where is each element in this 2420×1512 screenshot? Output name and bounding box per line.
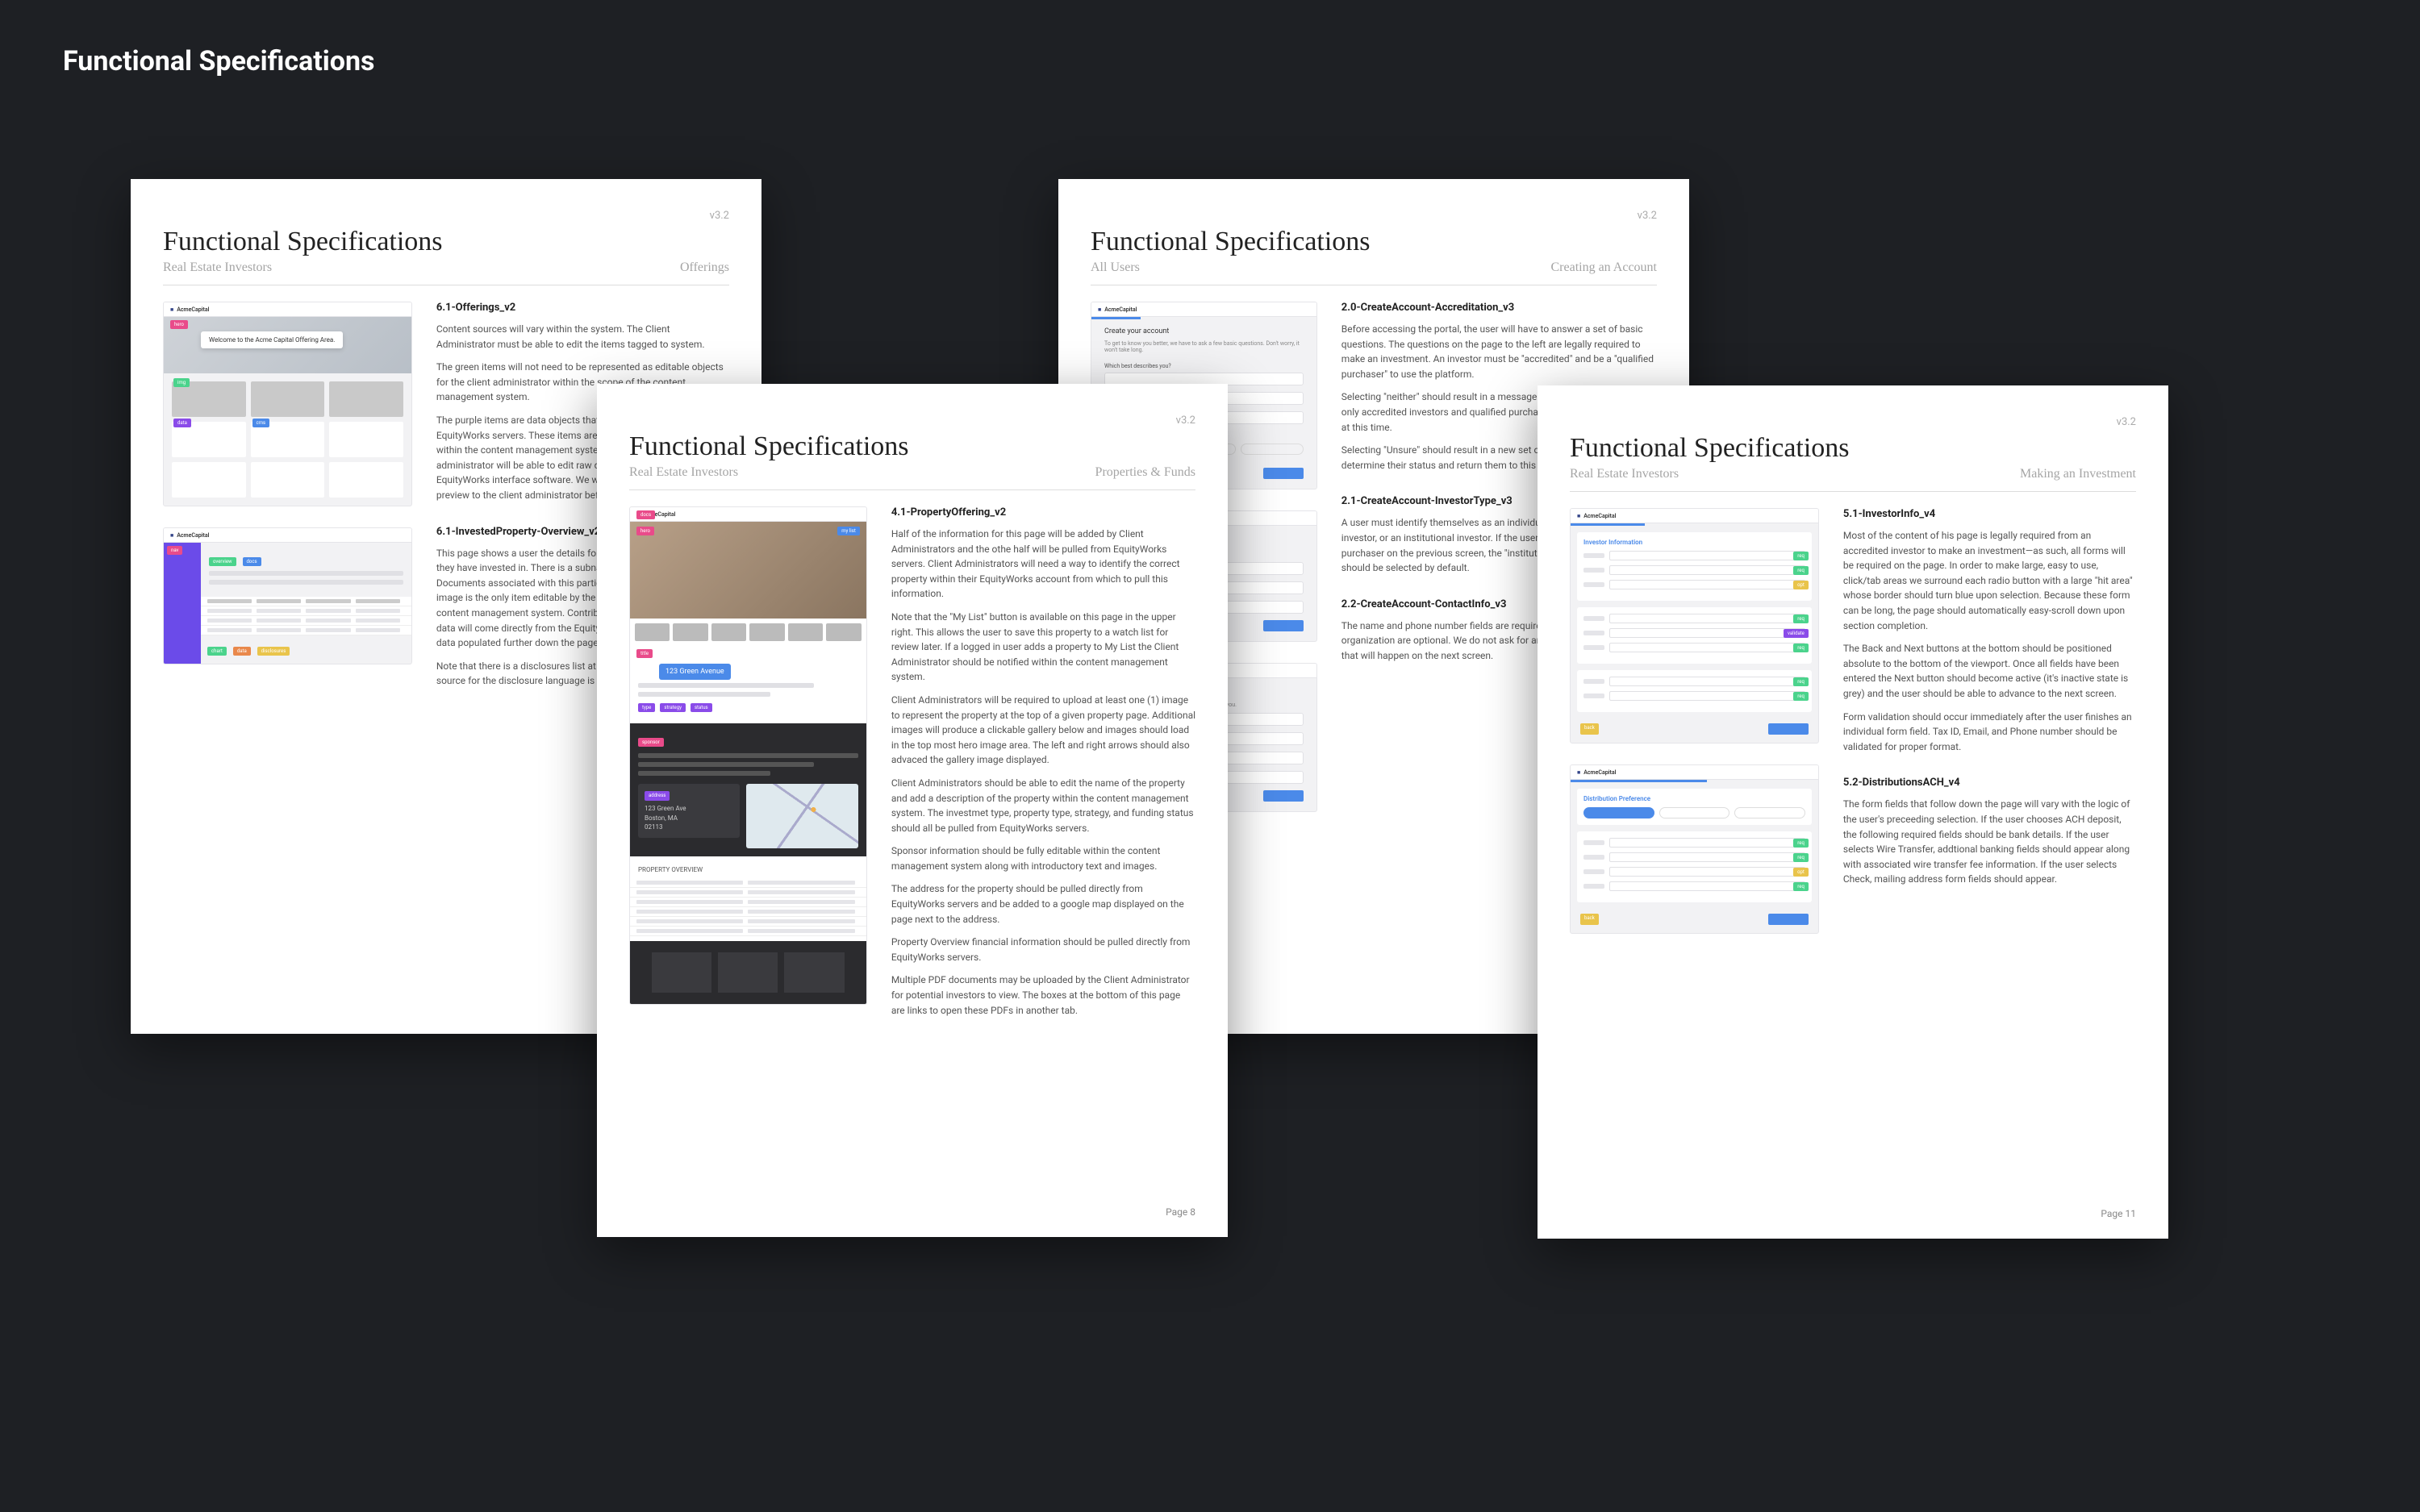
address-line: Boston, MA: [645, 814, 678, 822]
spec-page-properties: v3.2 Functional Specifications Real Esta…: [597, 384, 1228, 1237]
page-version: v3.2: [1091, 210, 1657, 222]
canvas-title: Functional Specifications: [63, 45, 375, 77]
spec-heading: 5.2-DistributionsACH_v4: [1843, 777, 2136, 789]
page-version: v3.2: [629, 414, 1195, 427]
next-button[interactable]: [1263, 790, 1304, 802]
spec-heading: 6.1-Offerings_v2: [436, 302, 729, 314]
spec-heading: 2.0-CreateAccount-Accreditation_v3: [1341, 302, 1657, 314]
page-title: Functional Specifications: [163, 227, 729, 257]
wireframe-offerings-grid: AcmeCapital hero Welcome to the Acme Cap…: [163, 302, 412, 506]
next-button[interactable]: [1263, 468, 1304, 479]
page-section: Making an Investment: [2020, 467, 2136, 481]
page-number: Page 11: [2101, 1208, 2136, 1219]
page-subtitle: All Users: [1091, 260, 1140, 275]
wireframe-invested-property: AcmeCapital nav overview docs: [163, 527, 412, 664]
page-version: v3.2: [163, 210, 729, 222]
hero-badge: Welcome to the Acme Capital Offering Are…: [201, 331, 343, 348]
page-title: Functional Specifications: [1570, 433, 2136, 464]
spec-page-making-investment: v3.2 Functional Specifications Real Esta…: [1538, 385, 2168, 1239]
wireframe-distributions-ach: AcmeCapital Distribution Preference req …: [1570, 764, 1819, 934]
brand-label: AcmeCapital: [170, 306, 209, 313]
page-number: Page 8: [1166, 1206, 1195, 1218]
page-subtitle: Real Estate Investors: [1570, 467, 1679, 481]
spec-heading: 4.1-PropertyOffering_v2: [891, 506, 1195, 519]
address-line: 123 Green Ave: [645, 805, 686, 812]
page-section: Creating an Account: [1550, 260, 1657, 275]
form-title: Create your account: [1091, 319, 1316, 340]
spec-body: Most of the content of his page is legal…: [1843, 528, 2136, 754]
spec-body: The form fields that follow down the pag…: [1843, 797, 2136, 887]
map-preview: [746, 784, 858, 848]
address-line: 02113: [645, 823, 662, 831]
question-label: Which best describes you?: [1091, 360, 1316, 373]
property-name-chip: 123 Green Avenue: [659, 664, 731, 680]
spec-heading: 5.1-InvestorInfo_v4: [1843, 508, 2136, 520]
wireframe-property-detail: AcmeCapital hero my list title 123 Green…: [629, 506, 867, 1005]
wireframe-investor-info: AcmeCapital Investor Information req req…: [1570, 508, 1819, 744]
form-subtitle: To get to know you better, we have to as…: [1091, 340, 1316, 360]
page-version: v3.2: [1570, 416, 2136, 428]
page-title: Functional Specifications: [629, 431, 1195, 462]
spec-body: Half of the information for this page wi…: [891, 527, 1195, 1018]
page-subtitle: Real Estate Investors: [163, 260, 272, 275]
next-button[interactable]: [1768, 914, 1809, 925]
page-subtitle: Real Estate Investors: [629, 465, 738, 480]
page-title: Functional Specifications: [1091, 227, 1657, 257]
next-button[interactable]: [1768, 723, 1809, 735]
page-section: Properties & Funds: [1095, 465, 1195, 480]
page-section: Offerings: [680, 260, 729, 275]
next-button[interactable]: [1263, 620, 1304, 631]
